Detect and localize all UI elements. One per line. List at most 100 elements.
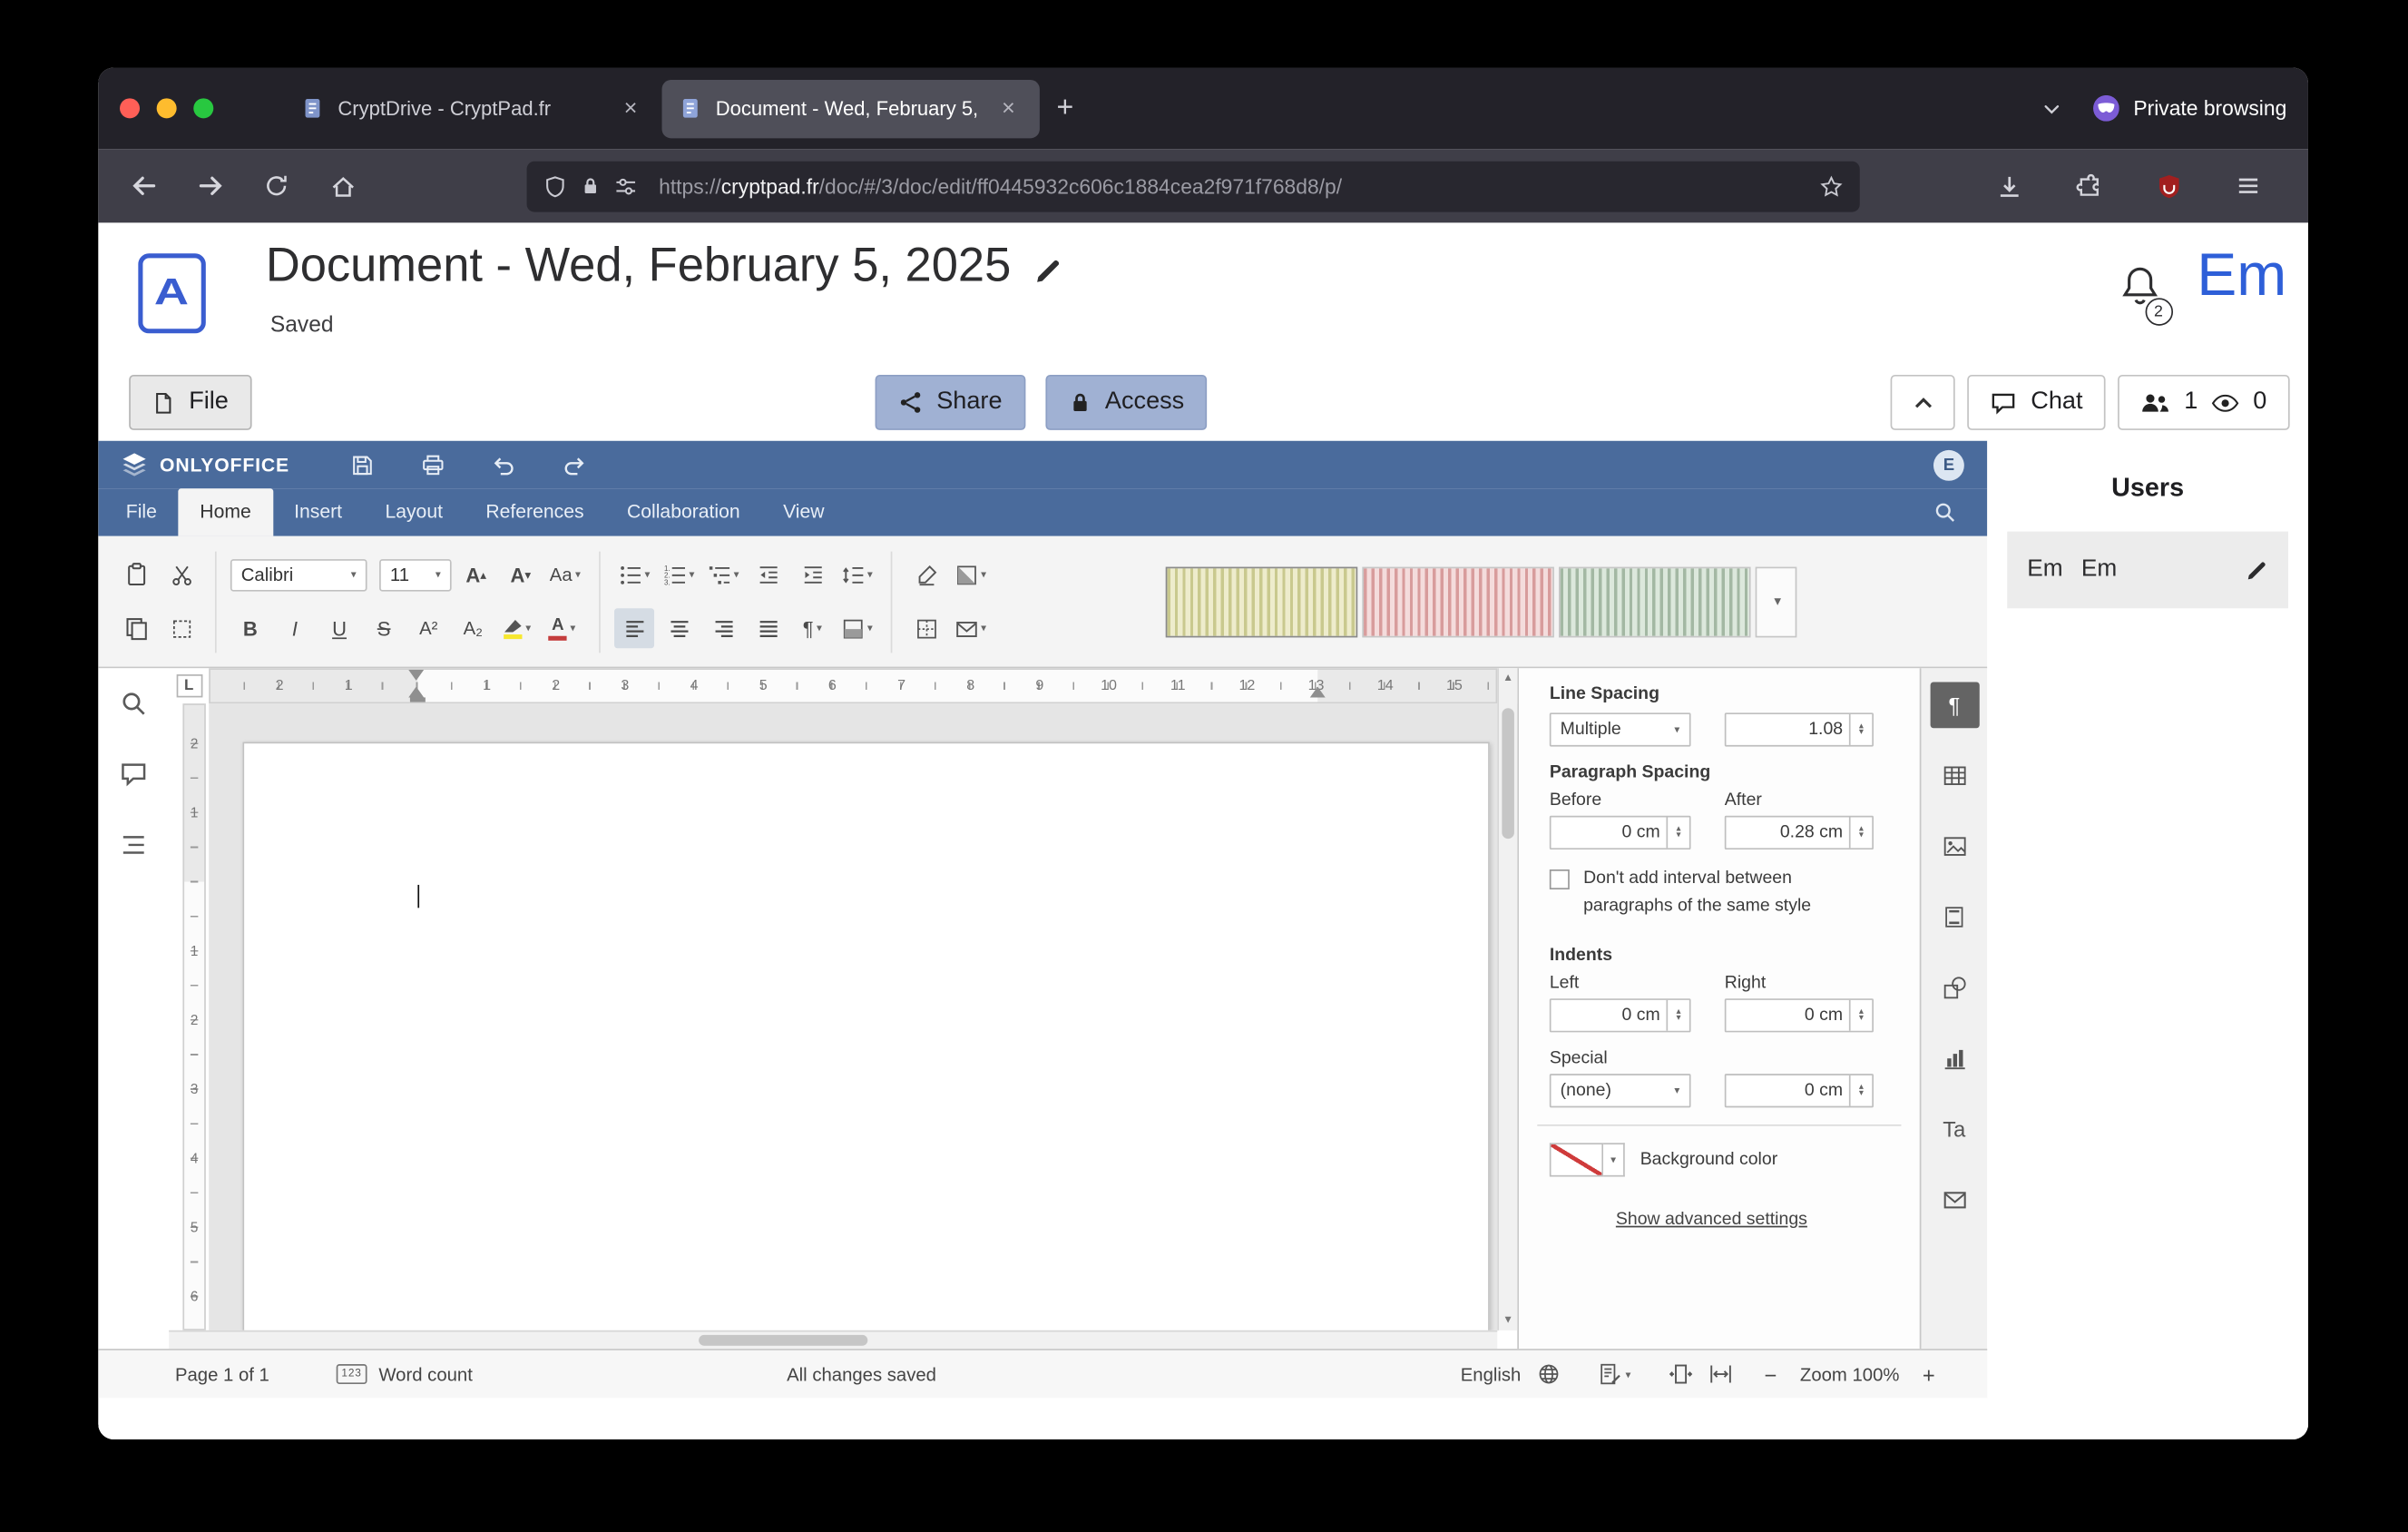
nonprinting-characters-button[interactable]: ¶▾ <box>792 608 832 648</box>
header-footer-settings-icon[interactable] <box>1930 894 1979 940</box>
tab-cryptdrive[interactable]: CryptDrive - CryptPad.fr × <box>284 79 661 137</box>
special-amount-input[interactable]: 0 cm <box>1725 1073 1874 1106</box>
menu-layout[interactable]: Layout <box>364 488 465 535</box>
tab-close-icon[interactable]: × <box>616 95 645 122</box>
left-indent-marker[interactable] <box>410 697 426 702</box>
superscript-button[interactable]: A² <box>408 608 448 648</box>
reload-icon[interactable] <box>250 160 303 212</box>
track-changes-button[interactable]: ▾ <box>1600 1362 1631 1385</box>
forward-icon[interactable] <box>184 160 237 212</box>
menu-hamburger-icon[interactable] <box>2222 160 2275 212</box>
text-art-settings-icon[interactable]: Ta <box>1930 1106 1979 1153</box>
language-globe-icon[interactable] <box>1538 1362 1561 1385</box>
url-text[interactable]: https://cryptpad.fr/doc/#/3/doc/edit/ff0… <box>659 174 1342 197</box>
spacing-before-input[interactable]: 0 cm <box>1550 816 1691 849</box>
menu-insert[interactable]: Insert <box>272 488 363 535</box>
bookmark-star-icon[interactable] <box>1820 174 1843 197</box>
align-right-button[interactable] <box>703 608 743 648</box>
scrollbar-thumb[interactable] <box>1502 708 1514 839</box>
font-size-select[interactable]: 11▾ <box>379 558 452 591</box>
zoom-out-button[interactable]: − <box>1765 1361 1777 1386</box>
table-settings-icon[interactable] <box>1930 752 1979 799</box>
tracking-shield-icon[interactable] <box>543 174 566 197</box>
paste-button[interactable] <box>117 555 157 594</box>
menu-view[interactable]: View <box>761 488 846 535</box>
tab-close-icon[interactable]: × <box>994 95 1023 122</box>
horizontal-scrollbar[interactable] <box>169 1331 1497 1349</box>
vertical-ruler[interactable]: 2 1 1 2 3 4 5 6 <box>169 703 209 1331</box>
image-settings-icon[interactable] <box>1930 823 1979 869</box>
file-menu-button[interactable]: File <box>129 375 251 430</box>
save-button[interactable] <box>341 447 384 484</box>
spinner[interactable] <box>1849 1075 1872 1105</box>
select-all-button[interactable] <box>162 608 201 648</box>
scrollbar-thumb[interactable] <box>699 1335 867 1346</box>
home-icon[interactable] <box>317 160 369 212</box>
permissions-icon[interactable] <box>614 174 637 197</box>
background-color-dropdown[interactable] <box>1603 1143 1625 1176</box>
lock-icon[interactable] <box>581 175 601 197</box>
borders-button[interactable] <box>906 608 946 648</box>
spinner[interactable] <box>1849 714 1872 745</box>
spinner[interactable] <box>1666 817 1689 848</box>
find-icon[interactable] <box>113 683 155 725</box>
collapse-toolbar-button[interactable] <box>1891 375 1955 430</box>
back-icon[interactable] <box>118 160 171 212</box>
shading-button[interactable]: ▾ <box>951 555 991 594</box>
decrease-indent-button[interactable] <box>748 555 788 594</box>
right-indent-marker[interactable] <box>1310 679 1326 697</box>
chart-settings-icon[interactable] <box>1930 1036 1979 1082</box>
user-avatar[interactable]: Em <box>2197 241 2286 313</box>
no-interval-checkbox[interactable] <box>1550 869 1570 889</box>
chat-button[interactable]: Chat <box>1968 375 2106 430</box>
paragraph-settings-icon[interactable]: ¶ <box>1930 683 1979 729</box>
users-button[interactable]: 1 0 <box>2118 375 2289 430</box>
print-button[interactable] <box>412 447 455 484</box>
cut-button[interactable] <box>162 555 201 594</box>
decrease-font-size-button[interactable]: A <box>501 555 541 594</box>
page-count[interactable]: Page 1 of 1 <box>175 1363 269 1385</box>
edit-name-pencil-icon[interactable] <box>2246 558 2268 581</box>
increase-indent-button[interactable] <box>792 555 832 594</box>
notifications-bell-icon[interactable]: 2 <box>2119 262 2160 315</box>
menu-file[interactable]: File <box>104 488 179 535</box>
copy-button[interactable] <box>117 608 157 648</box>
extensions-icon[interactable] <box>2062 160 2115 212</box>
bold-button[interactable]: B <box>230 608 270 648</box>
change-case-button[interactable]: Aa▾ <box>545 555 585 594</box>
access-button[interactable]: Access <box>1045 375 1208 430</box>
background-color-swatch[interactable] <box>1550 1143 1603 1176</box>
indent-left-input[interactable]: 0 cm <box>1550 998 1691 1032</box>
redo-button[interactable] <box>553 447 596 484</box>
traffic-light-close[interactable] <box>120 98 140 118</box>
style-preview[interactable] <box>1166 566 1358 637</box>
share-button[interactable]: Share <box>876 375 1025 430</box>
scroll-down-arrow[interactable]: ▼ <box>1503 1315 1513 1326</box>
hanging-indent-marker[interactable] <box>408 679 424 697</box>
downloads-icon[interactable] <box>1982 160 2035 212</box>
language-label[interactable]: English <box>1461 1363 1522 1385</box>
line-spacing-select[interactable]: Multiple <box>1550 712 1691 746</box>
tab-document[interactable]: Document - Wed, February 5, 2025 × <box>662 79 1040 137</box>
subscript-button[interactable]: A₂ <box>453 608 493 648</box>
undo-button[interactable] <box>483 447 525 484</box>
horizontal-ruler[interactable]: 2 1 1 2 3 4 5 6 7 8 9 10 <box>209 668 1497 703</box>
new-tab-button[interactable]: + <box>1040 88 1091 128</box>
zoom-in-button[interactable]: + <box>1923 1361 1935 1386</box>
vertical-scrollbar[interactable]: ▲ ▼ <box>1497 668 1517 1331</box>
page-sheet[interactable] <box>242 742 1489 1331</box>
shape-settings-icon[interactable] <box>1930 965 1979 1011</box>
font-name-select[interactable]: Calibri▾ <box>230 558 367 591</box>
mail-merge-settings-icon[interactable] <box>1930 1177 1979 1223</box>
traffic-light-zoom[interactable] <box>193 98 213 118</box>
tab-stop-selector[interactable]: L <box>169 668 209 703</box>
special-select[interactable]: (none) <box>1550 1073 1691 1106</box>
increase-font-size-button[interactable]: A <box>456 555 496 594</box>
rename-pencil-icon[interactable] <box>1034 256 1063 285</box>
mail-merge-button[interactable]: ▾ <box>951 608 991 648</box>
indent-right-input[interactable]: 0 cm <box>1725 998 1874 1032</box>
align-left-button[interactable] <box>614 608 654 648</box>
underline-button[interactable]: U <box>319 608 359 648</box>
numbered-list-button[interactable]: 1.2.3.▾ <box>659 555 699 594</box>
document-canvas[interactable] <box>209 703 1497 1331</box>
